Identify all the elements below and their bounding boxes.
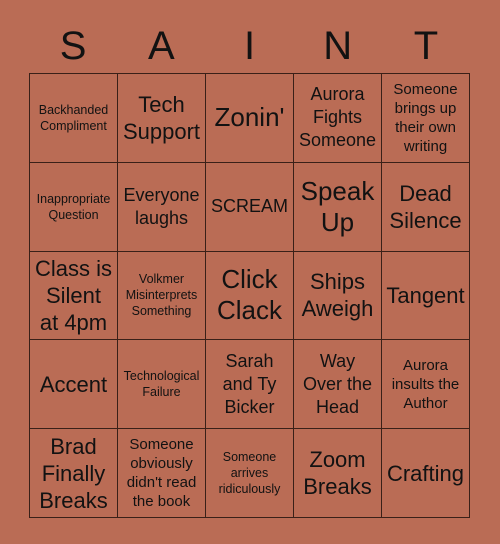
bingo-cell[interactable]: Sarah and Ty Bicker	[206, 340, 294, 430]
bingo-header-letter-1: S	[59, 23, 87, 68]
bingo-header-letter-5: T	[413, 23, 439, 68]
bingo-cell[interactable]: Ships Aweigh	[294, 251, 382, 341]
bingo-cell[interactable]: Click Clack	[206, 251, 294, 341]
bingo-cell[interactable]: Someone obviously didn't read the book	[118, 429, 206, 518]
bingo-header-letter-3: I	[243, 23, 256, 68]
bingo-cell[interactable]: Someone brings up their own writing	[382, 74, 470, 163]
bingo-cell[interactable]: Someone arrives ridiculously	[206, 429, 294, 518]
bingo-cell[interactable]: SCREAM	[206, 162, 294, 252]
bingo-cell[interactable]: Volkmer Misinterprets Something	[118, 251, 206, 341]
bingo-header-letter-4: N	[323, 23, 353, 68]
bingo-cell[interactable]: Everyone laughs	[118, 162, 206, 252]
bingo-cell[interactable]: Zoom Breaks	[294, 429, 382, 518]
bingo-cell[interactable]: Accent	[30, 340, 118, 430]
bingo-cell[interactable]: Dead Silence	[382, 162, 470, 252]
bingo-cell[interactable]: Inappropriate Question	[30, 162, 118, 252]
bingo-cell[interactable]: Zonin'	[206, 74, 294, 163]
bingo-cell[interactable]: Speak Up	[294, 162, 382, 252]
bingo-header-letter-2: A	[147, 23, 175, 68]
bingo-cell[interactable]: Class is Silent at 4pm	[30, 251, 118, 341]
bingo-cell[interactable]: Technological Failure	[118, 340, 206, 430]
bingo-cell[interactable]: Tangent	[382, 251, 470, 341]
bingo-grid: Backhanded Compliment Tech Support Zonin…	[29, 73, 470, 518]
bingo-cell[interactable]: Tech Support	[118, 74, 206, 163]
bingo-cell[interactable]: Way Over the Head	[294, 340, 382, 430]
bingo-cell[interactable]: Backhanded Compliment	[30, 74, 118, 163]
bingo-cell[interactable]: Brad Finally Breaks	[30, 429, 118, 518]
bingo-cell[interactable]: Aurora insults the Author	[382, 340, 470, 430]
bingo-cell[interactable]: Crafting	[382, 429, 470, 518]
bingo-cell[interactable]: Aurora Fights Someone	[294, 74, 382, 163]
bingo-card: S A I N T Backhanded Compliment Tech Sup…	[0, 0, 500, 544]
bingo-header: S A I N T	[29, 18, 470, 73]
